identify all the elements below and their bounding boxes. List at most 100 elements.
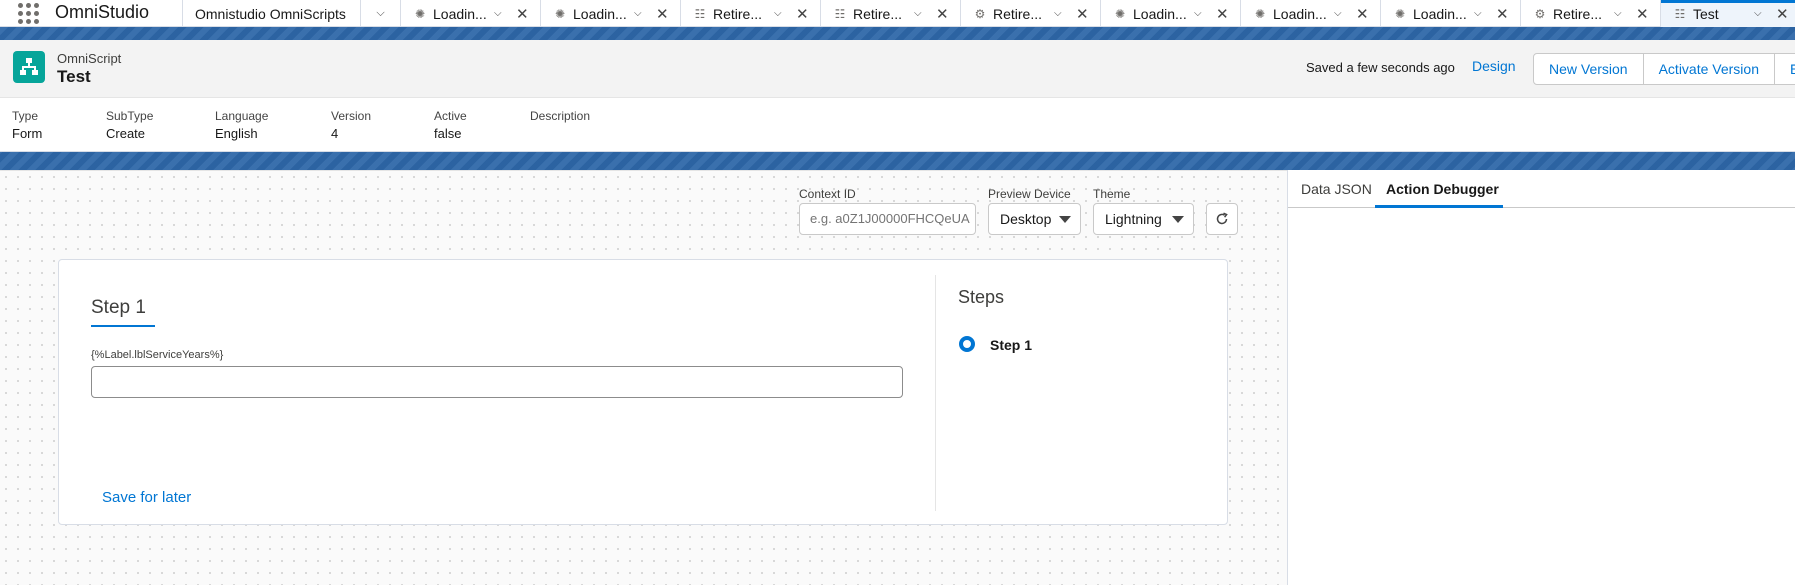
field-label: SubType bbox=[106, 109, 154, 123]
tab-record[interactable]: ⚙ Retire... ⌵ ✕ bbox=[1520, 0, 1660, 27]
refresh-icon bbox=[1216, 212, 1228, 225]
chevron-down-icon[interactable]: ⌵ bbox=[494, 8, 508, 19]
field-label: Description bbox=[530, 109, 591, 123]
chevron-down-icon[interactable]: ⌵ bbox=[1474, 8, 1488, 19]
close-icon[interactable]: ✕ bbox=[516, 5, 530, 23]
loading-icon: ✺ bbox=[1114, 6, 1126, 21]
tab-label: Loadin... bbox=[1273, 5, 1327, 22]
tab-record[interactable]: ✺ Loadin... ⌵ ✕ bbox=[1240, 0, 1380, 27]
tab-data-json[interactable]: Data JSON bbox=[1301, 181, 1372, 197]
preview-device-label: Preview Device bbox=[988, 187, 1071, 201]
design-button[interactable]: Design bbox=[1472, 58, 1516, 74]
app-launcher-icon[interactable] bbox=[18, 3, 39, 24]
theme-select[interactable]: Lightning bbox=[1093, 203, 1194, 235]
field-language: Language English bbox=[215, 109, 331, 141]
chevron-down-icon[interactable]: ⌵ bbox=[914, 8, 928, 19]
header-button-group: New Version Activate Version Edi bbox=[1533, 53, 1795, 85]
tab-record[interactable]: ✺ Loadin... ⌵ ✕ bbox=[1380, 0, 1520, 27]
field-description: Description bbox=[530, 109, 650, 141]
debug-panel: Data JSON Action Debugger bbox=[1287, 170, 1795, 585]
tab-label: Retire... bbox=[993, 5, 1043, 22]
record-header: OmniScript Test Saved a few seconds ago … bbox=[0, 40, 1795, 152]
debug-panel-tabs: Data JSON Action Debugger bbox=[1288, 170, 1795, 208]
close-icon[interactable]: ✕ bbox=[936, 5, 950, 23]
close-icon[interactable]: ✕ bbox=[796, 5, 810, 23]
object-type-label: OmniScript bbox=[57, 51, 122, 66]
chevron-down-icon[interactable]: ⌵ bbox=[1334, 8, 1348, 19]
nav-menu-chevron[interactable]: ⌵ bbox=[360, 0, 400, 27]
close-icon[interactable]: ✕ bbox=[1776, 5, 1790, 23]
tab-record[interactable]: ⚙ Retire... ⌵ ✕ bbox=[960, 0, 1100, 27]
integration-icon: ⚙ bbox=[1534, 6, 1546, 21]
theme-value: Lightning bbox=[1105, 211, 1162, 227]
field-label: Version bbox=[331, 109, 372, 123]
chevron-down-icon[interactable]: ⌵ bbox=[634, 8, 648, 19]
field-label: Type bbox=[12, 109, 39, 123]
field-subtype: SubType Create bbox=[106, 109, 215, 141]
close-icon[interactable]: ✕ bbox=[1636, 5, 1650, 23]
tab-record[interactable]: ☷ Retire... ⌵ ✕ bbox=[820, 0, 960, 27]
field-label: Language bbox=[215, 109, 269, 123]
tab-record[interactable]: ✺ Loadin... ⌵ ✕ bbox=[400, 0, 540, 27]
chevron-down-icon[interactable]: ⌵ bbox=[1194, 8, 1208, 19]
loading-icon: ✺ bbox=[1254, 6, 1266, 21]
steps-divider bbox=[935, 275, 936, 511]
tab-record[interactable]: ☷ Retire... ⌵ ✕ bbox=[680, 0, 820, 27]
close-icon[interactable]: ✕ bbox=[1216, 5, 1230, 23]
loading-icon: ✺ bbox=[414, 6, 426, 21]
app-name: OmniStudio bbox=[55, 2, 150, 22]
omniscript-preview: Step 1 {%Label.lblServiceYears%} Save fo… bbox=[58, 259, 1228, 525]
activate-version-button[interactable]: Activate Version bbox=[1642, 53, 1775, 85]
step-radio-icon[interactable] bbox=[959, 336, 975, 352]
context-id-input[interactable]: e.g. a0Z1J00000FHCQeUA bbox=[799, 203, 976, 235]
omniscript-icon bbox=[13, 51, 45, 83]
omniscript-icon: ☷ bbox=[834, 6, 846, 21]
loading-icon: ✺ bbox=[554, 6, 566, 21]
field-type: Type Form bbox=[12, 109, 106, 141]
tab-action-debugger[interactable]: Action Debugger bbox=[1386, 181, 1499, 197]
caret-down-icon bbox=[1059, 216, 1071, 223]
close-icon[interactable]: ✕ bbox=[1356, 5, 1370, 23]
chevron-down-icon: ⌵ bbox=[376, 7, 385, 19]
steps-heading: Steps bbox=[958, 287, 1005, 307]
omniscript-icon: ☷ bbox=[1674, 6, 1686, 21]
field-value: Create bbox=[106, 126, 146, 141]
service-years-input[interactable] bbox=[91, 366, 903, 398]
tab-label: Omnistudio OmniScripts bbox=[195, 5, 346, 22]
tab-label: Loadin... bbox=[573, 5, 627, 22]
omniscript-icon: ☷ bbox=[694, 6, 706, 21]
edit-button[interactable]: Edi bbox=[1773, 53, 1795, 85]
tab-test-active[interactable]: ☷ Test ⌵ ✕ bbox=[1660, 0, 1795, 27]
save-for-later-link[interactable]: Save for later bbox=[102, 489, 191, 506]
tab-omniscripts[interactable]: Omnistudio OmniScripts bbox=[182, 0, 360, 27]
field-value: 4 bbox=[331, 126, 339, 141]
refresh-button[interactable] bbox=[1206, 203, 1238, 235]
chevron-down-icon[interactable]: ⌵ bbox=[1754, 8, 1768, 19]
close-icon[interactable]: ✕ bbox=[1076, 5, 1090, 23]
tab-label: Retire... bbox=[713, 5, 763, 22]
close-icon[interactable]: ✕ bbox=[1496, 5, 1510, 23]
preview-device-value: Desktop bbox=[1000, 211, 1052, 227]
step-item[interactable]: Step 1 bbox=[990, 337, 1032, 353]
close-icon[interactable]: ✕ bbox=[656, 5, 670, 23]
field-value: Form bbox=[12, 126, 43, 141]
new-version-button[interactable]: New Version bbox=[1533, 53, 1644, 85]
record-title: Test bbox=[57, 67, 91, 86]
field-value: false bbox=[434, 126, 462, 141]
workspace-tabs: Omnistudio OmniScripts ⌵ ✺ Loadin... ⌵ ✕… bbox=[182, 0, 1795, 27]
chevron-down-icon[interactable]: ⌵ bbox=[774, 8, 788, 19]
tab-label: Loadin... bbox=[433, 5, 487, 22]
record-header-top: OmniScript Test Saved a few seconds ago … bbox=[0, 40, 1795, 98]
integration-icon: ⚙ bbox=[974, 6, 986, 21]
active-tab-indicator bbox=[1375, 205, 1503, 208]
tab-record[interactable]: ✺ Loadin... ⌵ ✕ bbox=[1100, 0, 1240, 27]
chevron-down-icon[interactable]: ⌵ bbox=[1054, 8, 1068, 19]
field-label: Active bbox=[434, 109, 467, 123]
preview-device-select[interactable]: Desktop bbox=[988, 203, 1081, 235]
step-title-underline bbox=[91, 325, 155, 327]
tab-label: Test bbox=[1693, 5, 1719, 22]
tab-record[interactable]: ✺ Loadin... ⌵ ✕ bbox=[540, 0, 680, 27]
theme-label: Theme bbox=[1093, 187, 1131, 201]
step-title: Step 1 bbox=[91, 297, 146, 318]
chevron-down-icon[interactable]: ⌵ bbox=[1614, 8, 1628, 19]
